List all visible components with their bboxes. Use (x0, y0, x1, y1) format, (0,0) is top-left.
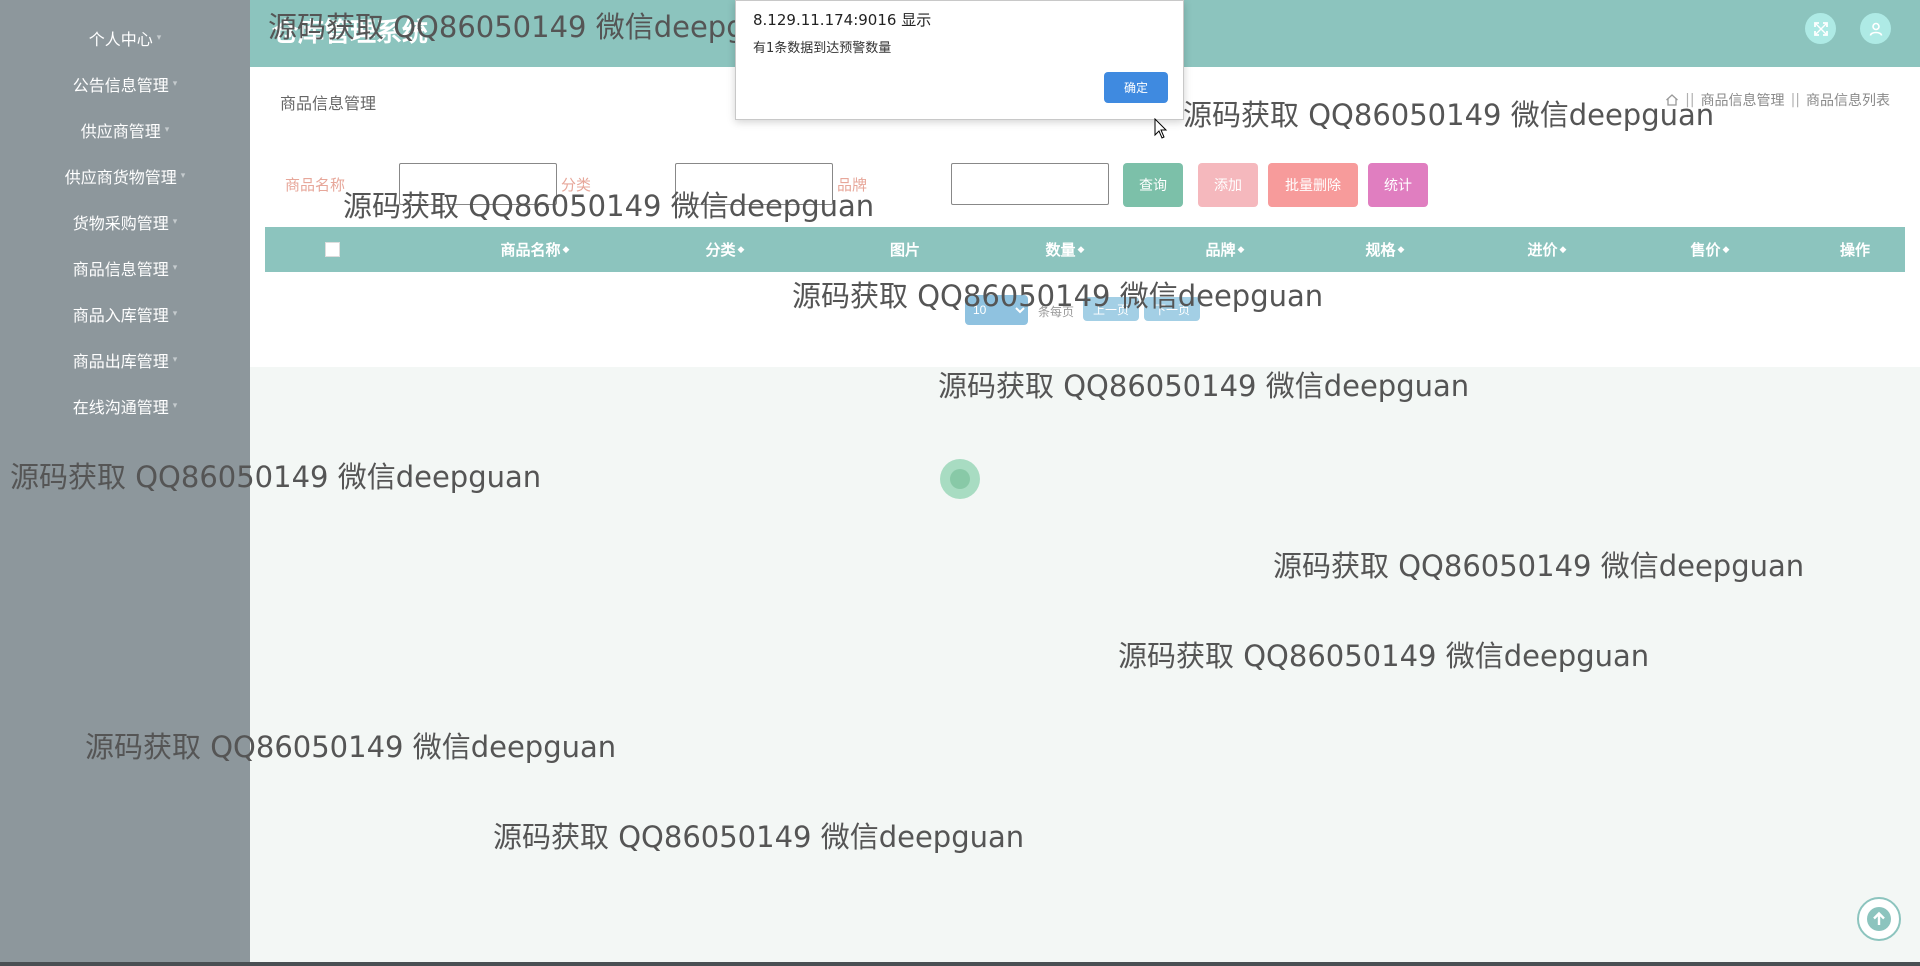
query-button[interactable]: 查询 (1123, 163, 1183, 207)
user-icon (1869, 22, 1882, 36)
breadcrumb-item: 商品信息列表 (1806, 93, 1890, 109)
sidebar-item-label: 公告信息管理 (72, 76, 169, 95)
dialog-origin: 8.129.11.174:9016 显示 (753, 11, 932, 29)
fullscreen-icon (1813, 21, 1828, 36)
arrow-up-icon (1867, 907, 1891, 931)
sidebar-item-stock-in[interactable]: 商品入库管理 ▾ (0, 299, 250, 329)
column-header-cost[interactable]: 进价 ◆ (1502, 227, 1592, 272)
watermark: 源码获取 QQ86050149 微信deepguan (85, 730, 617, 764)
sidebar-item-supplier[interactable]: 供应商管理 ▾ (0, 115, 250, 145)
watermark: 源码获取 QQ86050149 微信deepguan (10, 460, 542, 494)
sort-icon: ◆ (1077, 244, 1085, 255)
column-header-actions: 操作 (1839, 241, 1870, 259)
select-all-checkbox[interactable] (325, 242, 340, 257)
caret-down-icon: ▾ (180, 171, 186, 181)
caret-down-icon: ▾ (156, 33, 162, 43)
watermark: 源码获取 QQ86050149 微信deepguan (792, 279, 1324, 313)
column-header-image: 图片 (889, 241, 920, 259)
watermark: 源码获取 QQ86050149 微信deepguan (938, 369, 1470, 403)
loading-spinner (940, 459, 980, 499)
sidebar-item-stock-out[interactable]: 商品出库管理 ▾ (0, 345, 250, 375)
sort-icon: ◆ (1722, 244, 1730, 255)
table-header: 商品名称 ◆ 分类 ◆ 图片 数量 ◆ 品牌 ◆ 规格 ◆ 进价 ◆ 售价 ◆ 操作 (265, 227, 1905, 272)
sidebar-item-personal-center[interactable]: 个人中心 ▾ (0, 23, 250, 53)
mouse-cursor-icon (1154, 118, 1168, 139)
watermark: 源码获取 QQ86050149 微信deepguan (1273, 549, 1805, 583)
watermark: 源码获取 QQ86050149 微信deepguan (1183, 98, 1715, 132)
brand-input[interactable] (951, 163, 1109, 205)
caret-down-icon: ▾ (172, 401, 178, 411)
caret-down-icon: ▾ (172, 263, 178, 273)
column-header-category[interactable]: 分类 ◆ (680, 227, 770, 272)
caret-down-icon: ▾ (164, 125, 170, 135)
sidebar-item-label: 商品信息管理 (72, 260, 169, 279)
watermark: 源码获取 QQ86050149 微信deepguan (343, 189, 875, 223)
add-button[interactable]: 添加 (1198, 163, 1258, 207)
sidebar-item-product-info[interactable]: 商品信息管理 ▾ (0, 253, 250, 283)
sidebar-item-chat[interactable]: 在线沟通管理 ▾ (0, 391, 250, 421)
caret-down-icon: ▾ (172, 79, 178, 89)
sidebar-item-label: 供应商货物管理 (64, 168, 177, 187)
sort-icon: ◆ (1559, 244, 1567, 255)
sidebar-item-label: 在线沟通管理 (72, 398, 169, 417)
bottom-bar (0, 962, 1920, 966)
sidebar-item-label: 个人中心 (88, 30, 153, 49)
column-header-price[interactable]: 售价 ◆ (1665, 227, 1755, 272)
alert-dialog: 8.129.11.174:9016 显示 有1条数据到达预警数量 确定 (735, 0, 1184, 120)
batch-delete-button[interactable]: 批量删除 (1268, 163, 1358, 207)
watermark: 源码获取 QQ86050149 微信deepguan (493, 820, 1025, 854)
column-header-name[interactable]: 商品名称 ◆ (455, 227, 615, 272)
sidebar-item-label: 商品出库管理 (72, 352, 169, 371)
sidebar-item-label: 商品入库管理 (72, 306, 169, 325)
column-header-brand[interactable]: 品牌 ◆ (1180, 227, 1270, 272)
caret-down-icon: ▾ (172, 355, 178, 365)
column-header-spec[interactable]: 规格 ◆ (1340, 227, 1430, 272)
stats-button[interactable]: 统计 (1368, 163, 1428, 207)
sidebar-item-notice[interactable]: 公告信息管理 ▾ (0, 69, 250, 99)
watermark: 源码获取 QQ86050149 微信deepguan (268, 10, 800, 44)
breadcrumb-separator: || (1790, 92, 1800, 108)
product-name-label: 商品名称 (285, 176, 346, 194)
sidebar-item-label: 货物采购管理 (72, 214, 169, 233)
dialog-ok-button[interactable]: 确定 (1104, 72, 1168, 103)
sort-icon: ◆ (737, 244, 745, 255)
watermark: 源码获取 QQ86050149 微信deepguan (1118, 639, 1650, 673)
sort-icon: ◆ (562, 244, 570, 255)
sidebar-item-supplier-goods[interactable]: 供应商货物管理 ▾ (0, 161, 250, 191)
sort-icon: ◆ (1237, 244, 1245, 255)
fullscreen-button[interactable] (1805, 13, 1836, 44)
caret-down-icon: ▾ (172, 309, 178, 319)
caret-down-icon: ▾ (172, 217, 178, 227)
sort-icon: ◆ (1397, 244, 1405, 255)
sidebar-item-purchase[interactable]: 货物采购管理 ▾ (0, 207, 250, 237)
back-to-top-button[interactable] (1857, 897, 1901, 941)
page-title: 商品信息管理 (280, 94, 377, 113)
dialog-message: 有1条数据到达预警数量 (753, 41, 892, 56)
column-header-quantity[interactable]: 数量 ◆ (1020, 227, 1110, 272)
sidebar-item-label: 供应商管理 (80, 122, 161, 141)
user-button[interactable] (1860, 13, 1891, 44)
